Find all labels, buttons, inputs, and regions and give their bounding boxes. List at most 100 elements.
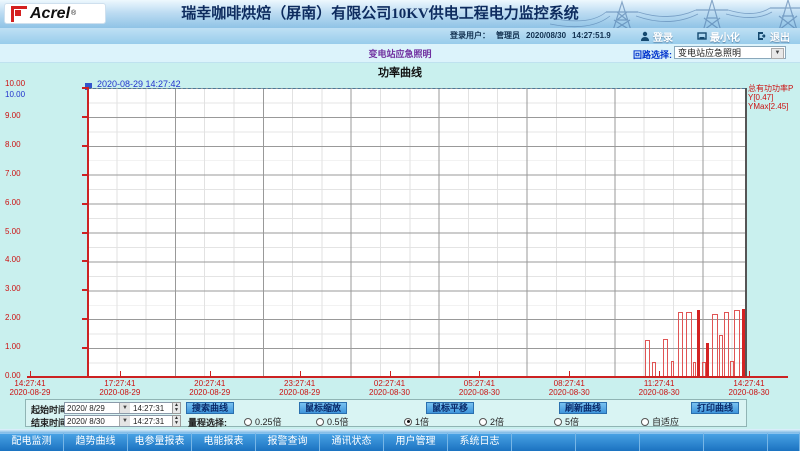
y-tick-mark — [82, 116, 89, 118]
x-tick-date: 2020-08-29 — [85, 388, 155, 397]
range-option-1倍[interactable]: 1倍 — [404, 415, 429, 428]
x-tick-label: 02:27:412020-08-30 — [355, 379, 425, 397]
acrel-logo-text: Acrel — [30, 5, 70, 23]
x-tick-time: 02:27:41 — [355, 379, 425, 388]
range-option-0.5倍[interactable]: 0.5倍 — [316, 415, 349, 428]
radio-icon — [316, 418, 324, 426]
power-pulse — [719, 335, 723, 378]
tab-报警查询[interactable]: 报警查询 — [256, 433, 320, 451]
tab-用户管理[interactable]: 用户管理 — [384, 433, 448, 451]
exit-button[interactable]: 退出 — [757, 29, 790, 43]
mouse-pan-button[interactable]: 鼠标平移 — [426, 402, 474, 414]
radio-icon — [404, 418, 412, 426]
y-tick-label: 4.00 — [5, 255, 35, 264]
plot-right-border — [745, 88, 747, 377]
calendar-dropdown-icon[interactable]: ▼ — [119, 416, 130, 426]
login-button[interactable]: 登录 — [640, 29, 673, 43]
search-curve-button[interactable]: 搜索曲线 — [186, 402, 234, 414]
radio-icon — [244, 418, 252, 426]
registered-mark: ® — [71, 10, 76, 17]
tab-empty — [576, 433, 640, 451]
x-tick-label: 20:27:412020-08-29 — [175, 379, 245, 397]
start-datetime-field[interactable]: 2020/ 8/29 ▼ 14:27:31 — [64, 402, 179, 414]
power-pulse — [645, 340, 650, 378]
minimize-button-label: 最小化 — [710, 29, 740, 44]
refresh-curve-button[interactable]: 刷新曲线 — [559, 402, 607, 414]
tab-电参量报表[interactable]: 电参量报表 — [128, 433, 192, 451]
range-select-label: 量程选择: — [188, 416, 227, 429]
range-option-label: 自适应 — [652, 415, 679, 428]
user-icon — [640, 31, 650, 41]
x-tick-time: 14:27:41 — [714, 379, 784, 388]
y-tick-label: 9.00 — [5, 111, 35, 120]
y-tick-label: 5.00 — [5, 227, 35, 236]
end-time-value: 14:27:31 — [130, 417, 178, 426]
tab-通讯状态[interactable]: 通讯状态 — [320, 433, 384, 451]
x-tick-label: 23:27:412020-08-29 — [265, 379, 335, 397]
current-time: 14:27:51.9 — [572, 31, 611, 40]
x-tick-label: 14:27:412020-08-30 — [714, 379, 784, 397]
end-date-value: 2020/ 8/30 — [65, 417, 119, 426]
x-tick-time: 08:27:41 — [534, 379, 604, 388]
x-tick-date: 2020-08-30 — [355, 388, 425, 397]
tab-趋势曲线[interactable]: 趋势曲线 — [64, 433, 128, 451]
y-tick-mark — [82, 145, 89, 147]
x-tick-date: 2020-08-29 — [175, 388, 245, 397]
y-tick-label: 6.00 — [5, 198, 35, 207]
minimize-icon — [697, 31, 707, 41]
login-user-name: 管理员 — [496, 31, 520, 40]
x-tick-date: 2020-08-30 — [624, 388, 694, 397]
range-option-label: 2倍 — [490, 415, 504, 428]
range-option-label: 5倍 — [565, 415, 579, 428]
legend-series-name: 总有功功率P — [748, 84, 800, 93]
mouse-zoom-button[interactable]: 鼠标缩放 — [299, 402, 347, 414]
x-tick-label: 14:27:412020-08-29 — [0, 379, 65, 397]
range-option-5倍[interactable]: 5倍 — [554, 415, 579, 428]
x-tick-label: 11:27:412020-08-30 — [624, 379, 694, 397]
range-option-label: 0.25倍 — [255, 415, 282, 428]
x-axis-line — [27, 376, 788, 378]
x-tick-date: 2020-08-30 — [714, 388, 784, 397]
x-tick-date: 2020-08-29 — [265, 388, 335, 397]
end-time-spinner[interactable]: ▲▼ — [172, 415, 181, 427]
x-tick-time: 11:27:41 — [624, 379, 694, 388]
y-tick-label: 3.00 — [5, 284, 35, 293]
circuit-select-dropdown[interactable]: 变电站应急照明 ▼ — [674, 46, 786, 59]
tab-电能报表[interactable]: 电能报表 — [192, 433, 256, 451]
y-tick-label: 8.00 — [5, 140, 35, 149]
power-pulse — [678, 312, 683, 378]
print-curve-button[interactable]: 打印曲线 — [691, 402, 739, 414]
power-pulse — [724, 312, 729, 378]
y-tick-label: 2.00 — [5, 313, 35, 322]
power-pulse — [697, 310, 700, 378]
range-option-2倍[interactable]: 2倍 — [479, 415, 504, 428]
x-tick-time: 05:27:41 — [444, 379, 514, 388]
curve-controls-panel: 起始时间: 2020/ 8/29 ▼ 14:27:31 ▲▼ 结束时间: 202… — [25, 399, 747, 427]
tab-配电监测[interactable]: 配电监测 — [0, 433, 64, 451]
tab-系统日志[interactable]: 系统日志 — [448, 433, 512, 451]
x-tick-mark — [120, 371, 121, 376]
x-tick-label: 08:27:412020-08-30 — [534, 379, 604, 397]
start-time-spinner[interactable]: ▲▼ — [172, 402, 181, 414]
tab-empty — [640, 433, 704, 451]
exit-button-label: 退出 — [770, 29, 790, 44]
radio-icon — [554, 418, 562, 426]
title-bar: Acrel ® 瑞幸咖啡烘焙（屏南）有限公司10KV供电工程电力监控系统 — [0, 0, 800, 29]
minimize-button[interactable]: 最小化 — [697, 29, 740, 43]
circuit-select-value: 变电站应急照明 — [678, 48, 741, 58]
calendar-dropdown-icon[interactable]: ▼ — [119, 403, 130, 413]
y-tick-mark — [82, 260, 89, 262]
range-option-0.25倍[interactable]: 0.25倍 — [244, 415, 282, 428]
x-tick-label: 17:27:412020-08-29 — [85, 379, 155, 397]
power-pulse — [734, 310, 740, 378]
x-tick-time: 14:27:41 — [0, 379, 65, 388]
login-button-label: 登录 — [653, 29, 673, 44]
power-curve-plot[interactable] — [88, 88, 745, 378]
status-bar: 登录用户：管理员2020/08/3014:27:51.9 登录 最小化 退出 — [0, 28, 800, 45]
power-pulse — [663, 339, 668, 378]
end-datetime-field[interactable]: 2020/ 8/30 ▼ 14:27:31 — [64, 415, 179, 427]
chevron-down-icon[interactable]: ▼ — [771, 48, 784, 59]
range-option-自适应[interactable]: 自适应 — [641, 415, 679, 428]
y-tick-label: 10.00 — [5, 79, 35, 88]
start-time-value: 14:27:31 — [130, 404, 178, 413]
